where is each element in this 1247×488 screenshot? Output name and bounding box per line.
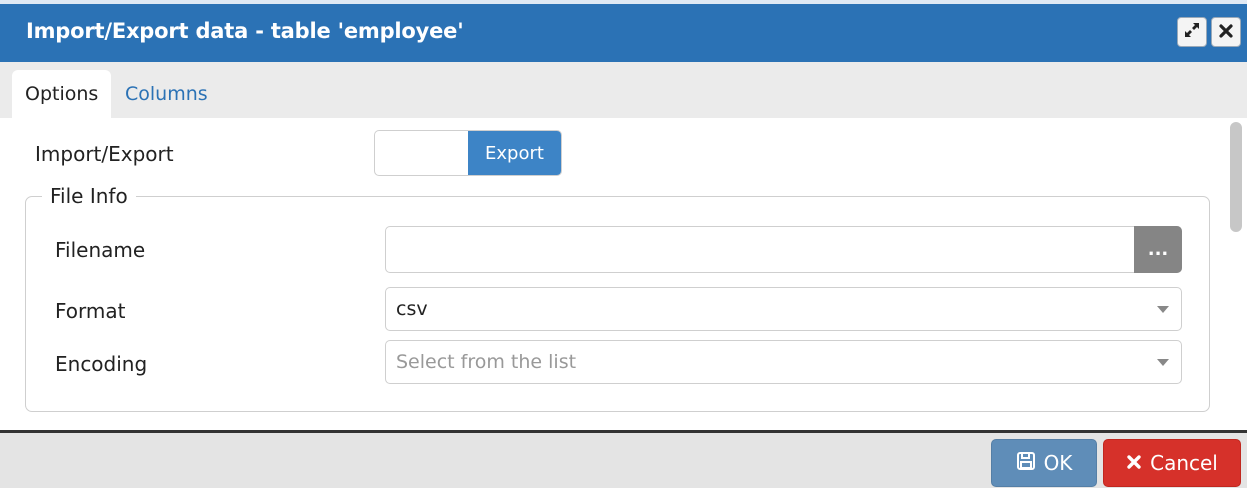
encoding-select[interactable]: Select from the list (385, 340, 1182, 384)
dialog-title: Import/Export data - table 'employee' (26, 19, 464, 43)
filename-label: Filename (55, 238, 146, 262)
ok-button[interactable]: OK (991, 439, 1097, 487)
dialog-footer: OK Cancel (0, 430, 1247, 488)
ellipsis-icon: ... (1147, 239, 1169, 260)
close-button[interactable] (1211, 17, 1241, 47)
scrollbar-thumb[interactable] (1230, 122, 1242, 232)
tab-options[interactable]: Options (12, 70, 112, 118)
toggle-export-state[interactable]: Export (468, 131, 561, 175)
cancel-button[interactable]: Cancel (1103, 439, 1241, 487)
encoding-placeholder: Select from the list (396, 351, 577, 373)
expand-icon (1183, 21, 1201, 43)
file-info-legend: File Info (42, 184, 136, 208)
chevron-down-icon (1157, 359, 1169, 366)
maximize-button[interactable] (1177, 17, 1207, 47)
format-select[interactable]: csv (385, 287, 1182, 331)
close-icon (1126, 451, 1142, 475)
options-panel: Import/Export Export File Info Filename … (0, 118, 1247, 430)
import-export-label: Import/Export (35, 142, 174, 166)
format-value: csv (396, 298, 428, 320)
ok-label: OK (1043, 451, 1073, 475)
cancel-label: Cancel (1150, 451, 1218, 475)
encoding-label: Encoding (55, 352, 148, 376)
import-export-dialog: Import/Export data - table 'employee' Op… (0, 0, 1247, 488)
tab-bar: Options Columns (0, 62, 1247, 118)
filename-input[interactable]: ... (385, 226, 1182, 273)
dialog-titlebar[interactable]: Import/Export data - table 'employee' (0, 0, 1247, 62)
format-label: Format (55, 299, 126, 323)
chevron-down-icon (1157, 306, 1169, 313)
browse-file-button[interactable]: ... (1134, 226, 1182, 273)
import-export-toggle[interactable]: Export (374, 130, 562, 176)
save-icon (1016, 451, 1036, 476)
tab-columns[interactable]: Columns (112, 70, 221, 118)
close-icon (1219, 23, 1233, 42)
